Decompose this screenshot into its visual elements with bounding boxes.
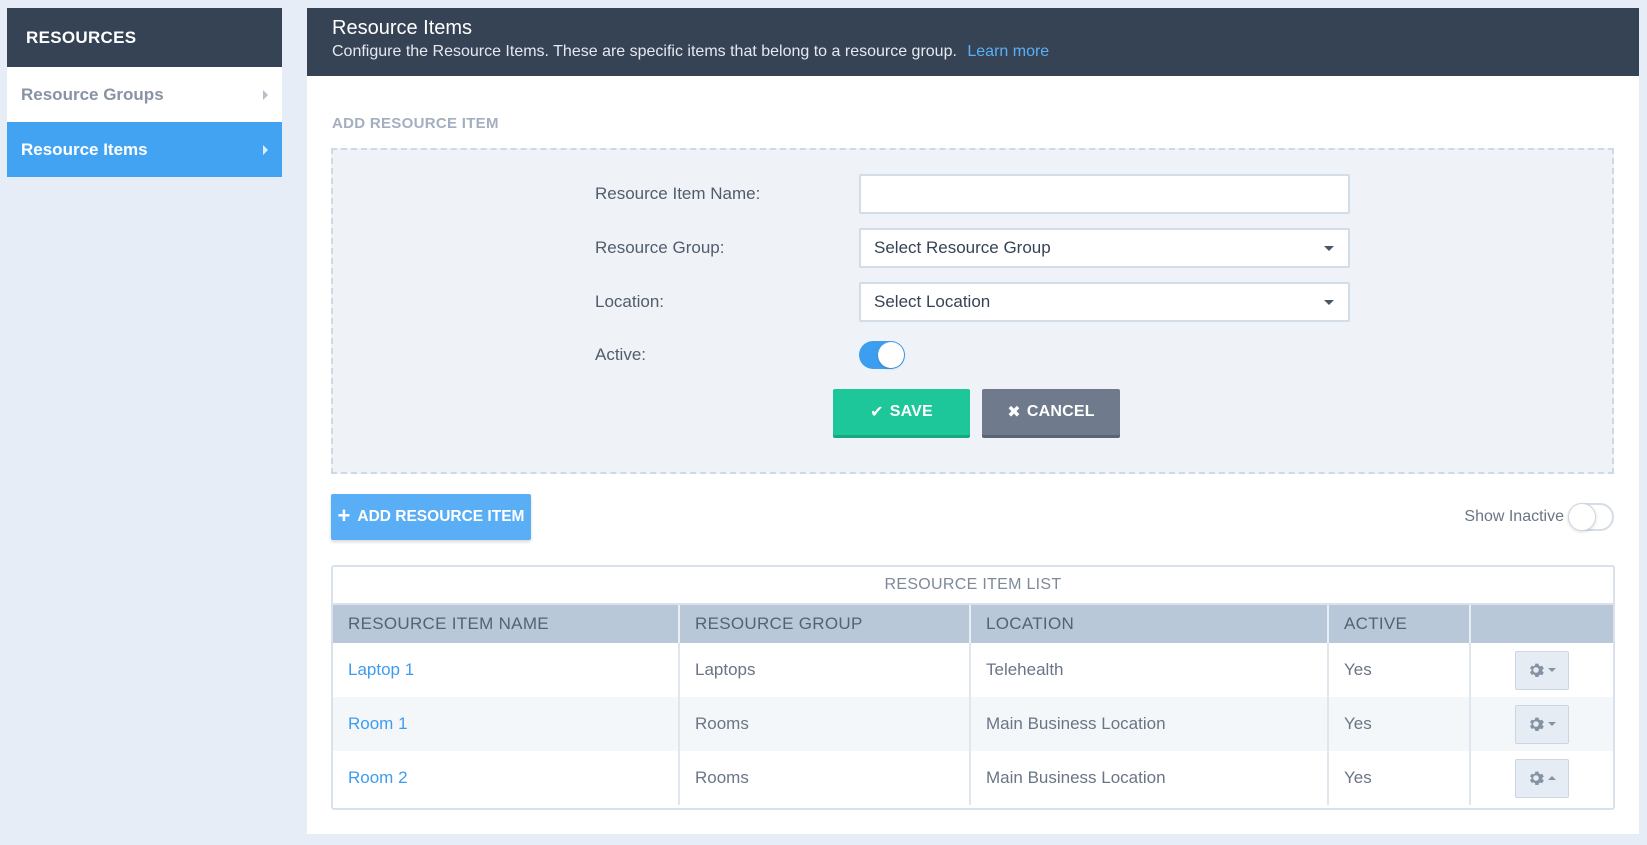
- resource-group-select-value: Select Resource Group: [874, 238, 1051, 257]
- sidebar-item-resource-groups[interactable]: Resource Groups: [7, 67, 282, 122]
- add-section-label: ADD RESOURCE ITEM: [332, 115, 499, 132]
- cell-location: Telehealth: [970, 643, 1329, 697]
- cell-location: Main Business Location: [970, 751, 1329, 805]
- toggle-knob: [1568, 503, 1596, 531]
- table-header-row: RESOURCE ITEM NAME RESOURCE GROUP LOCATI…: [333, 605, 1613, 643]
- add-button-label: ADD RESOURCE ITEM: [357, 508, 525, 525]
- cell-name: Room 1: [333, 697, 680, 751]
- group-row: Resource Group: Select Resource Group: [595, 228, 1350, 268]
- column-header-group[interactable]: RESOURCE GROUP: [679, 605, 971, 643]
- location-label: Location:: [595, 292, 664, 311]
- caret-up-icon: [1548, 776, 1556, 780]
- show-inactive-control: Show Inactive: [1464, 503, 1614, 531]
- group-label: Resource Group:: [595, 238, 725, 257]
- location-row: Location: Select Location: [595, 282, 1350, 322]
- sidebar-item-label: Resource Items: [21, 139, 148, 159]
- cell-group: Rooms: [679, 697, 971, 751]
- close-icon: ✖: [1007, 404, 1021, 421]
- cell-location: Main Business Location: [970, 697, 1329, 751]
- cell-actions: [1470, 643, 1613, 697]
- chevron-right-icon: [263, 89, 268, 100]
- location-select-value: Select Location: [874, 292, 991, 311]
- cancel-button[interactable]: ✖ CANCEL: [982, 389, 1120, 435]
- cell-name: Laptop 1: [333, 643, 680, 697]
- table-row: Laptop 1 Laptops Telehealth Yes: [333, 643, 1613, 697]
- table-row: Room 2 Rooms Main Business Location Yes: [333, 751, 1613, 805]
- page-header: Resource Items Configure the Resource It…: [307, 8, 1639, 76]
- column-header-name[interactable]: RESOURCE ITEM NAME: [333, 605, 680, 643]
- resource-item-name-input[interactable]: [859, 174, 1350, 214]
- active-label: Active:: [595, 345, 647, 364]
- name-row: Resource Item Name:: [595, 174, 1350, 214]
- add-resource-item-button[interactable]: + ADD RESOURCE ITEM: [331, 494, 531, 540]
- show-inactive-label: Show Inactive: [1464, 508, 1564, 525]
- form-actions: ✔ SAVE ✖ CANCEL: [833, 389, 1120, 435]
- add-resource-item-form: Resource Item Name: Resource Group: Sele…: [331, 148, 1614, 474]
- column-header-location[interactable]: LOCATION: [970, 605, 1329, 643]
- cell-group: Rooms: [679, 751, 971, 805]
- cancel-button-label: CANCEL: [1026, 403, 1095, 420]
- main-panel: Resource Items Configure the Resource It…: [307, 8, 1639, 834]
- gear-icon: [1530, 663, 1544, 677]
- cell-actions: [1470, 751, 1613, 805]
- sidebar-item-label: Resource Groups: [21, 84, 164, 104]
- table-caption: RESOURCE ITEM LIST: [333, 567, 1613, 605]
- resource-group-select[interactable]: Select Resource Group: [859, 228, 1350, 268]
- sidebar-item-resource-items[interactable]: Resource Items: [7, 122, 282, 177]
- caret-down-icon: [1548, 722, 1556, 726]
- sidebar: RESOURCES Resource Groups Resource Items: [7, 8, 282, 177]
- learn-more-link[interactable]: Learn more: [967, 43, 1049, 60]
- resource-item-link[interactable]: Room 1: [348, 714, 408, 733]
- chevron-down-icon: [1324, 245, 1334, 251]
- column-header-active[interactable]: ACTIVE: [1328, 605, 1471, 643]
- row-actions-button[interactable]: [1515, 704, 1569, 744]
- cell-group: Laptops: [679, 643, 971, 697]
- cell-name: Room 2: [333, 751, 680, 805]
- chevron-right-icon: [263, 144, 268, 155]
- cell-active: Yes: [1328, 751, 1471, 805]
- active-toggle[interactable]: [859, 341, 905, 369]
- resource-item-link[interactable]: Room 2: [348, 768, 408, 787]
- cell-actions: [1470, 697, 1613, 751]
- cell-active: Yes: [1328, 643, 1471, 697]
- location-select[interactable]: Select Location: [859, 282, 1350, 322]
- name-label: Resource Item Name:: [595, 184, 761, 203]
- show-inactive-toggle[interactable]: [1568, 503, 1614, 531]
- resource-item-table: RESOURCE ITEM LIST RESOURCE ITEM NAME RE…: [331, 565, 1615, 810]
- toggle-knob: [878, 342, 904, 368]
- page-subtitle: Configure the Resource Items. These are …: [332, 43, 1614, 61]
- page-description: Configure the Resource Items. These are …: [332, 43, 957, 60]
- check-icon: ✔: [870, 404, 884, 421]
- cell-active: Yes: [1328, 697, 1471, 751]
- save-button[interactable]: ✔ SAVE: [833, 389, 970, 435]
- gear-icon: [1530, 771, 1544, 785]
- row-actions-button[interactable]: [1515, 650, 1569, 690]
- chevron-down-icon: [1324, 299, 1334, 305]
- resource-item-list: RESOURCE ITEM NAME RESOURCE GROUP LOCATI…: [333, 605, 1613, 805]
- caret-down-icon: [1548, 668, 1556, 672]
- plus-icon: +: [337, 503, 351, 528]
- table-row: Room 1 Rooms Main Business Location Yes: [333, 697, 1613, 751]
- gear-icon: [1530, 717, 1544, 731]
- active-row: Active:: [595, 341, 905, 369]
- page-title: Resource Items: [332, 17, 473, 39]
- column-header-actions: [1470, 605, 1613, 643]
- resource-item-link[interactable]: Laptop 1: [348, 660, 414, 679]
- save-button-label: SAVE: [889, 403, 933, 420]
- row-actions-button[interactable]: [1515, 758, 1569, 798]
- sidebar-header: RESOURCES: [7, 8, 282, 67]
